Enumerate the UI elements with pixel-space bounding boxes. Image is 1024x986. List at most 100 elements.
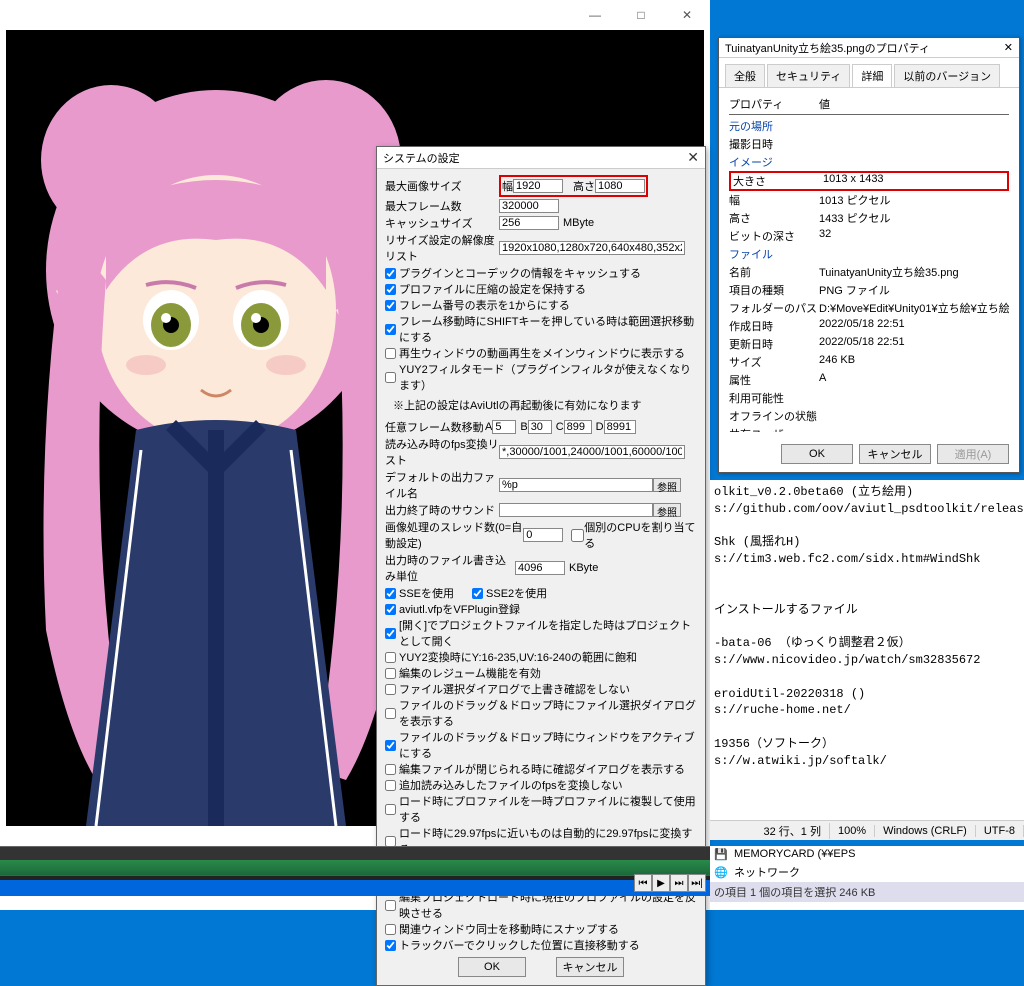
settings-close-button[interactable]: ✕ <box>687 149 699 166</box>
check2-10[interactable] <box>385 836 396 847</box>
check2-7[interactable] <box>385 764 396 775</box>
tc-play-button[interactable]: ▶ <box>652 874 670 892</box>
check2-label-13: 関連ウィンドウ同士を移動時にスナップする <box>399 921 619 937</box>
threads-label: 画像処理のスレッド数(0=自動設定) <box>385 519 523 551</box>
status-eol: Windows (CRLF) <box>875 825 976 837</box>
tc-prev-button[interactable]: ⏮ <box>634 874 652 892</box>
sse-check[interactable] <box>385 588 396 599</box>
default-out-input[interactable] <box>499 478 653 492</box>
props-cancel-button[interactable]: キャンセル <box>859 444 931 464</box>
check2-label-4: ファイル選択ダイアログで上書き確認をしない <box>399 681 630 697</box>
check1-1[interactable] <box>385 284 396 295</box>
check1-2[interactable] <box>385 300 396 311</box>
check2-4[interactable] <box>385 684 396 695</box>
cache-input[interactable] <box>499 216 559 230</box>
tc-end-button[interactable]: ⏭| <box>688 874 706 892</box>
check2-14[interactable] <box>385 940 396 951</box>
cpu-per-check[interactable] <box>571 529 584 542</box>
sse2-label: SSE2を使用 <box>486 585 547 601</box>
explorer-item-network[interactable]: 🌐 ネットワーク <box>710 862 1024 882</box>
check2-1[interactable] <box>385 628 396 639</box>
max-image-label: 最大画像サイズ <box>385 178 499 194</box>
check2-2[interactable] <box>385 652 396 663</box>
check2-6[interactable] <box>385 740 396 751</box>
settings-cancel-button[interactable]: キャンセル <box>556 957 624 977</box>
check2-label-2: YUY2変換時にY:16-235,UV:16-240の範囲に飽和 <box>399 649 637 665</box>
check2-0[interactable] <box>385 604 396 615</box>
explorer-item-memorycard[interactable]: 💾 MEMORYCARD (¥¥EPS <box>710 846 1024 862</box>
check1-label-0: プラグインとコーデックの情報をキャッシュする <box>399 265 641 281</box>
write-unit-unit: KByte <box>569 562 598 574</box>
check2-8[interactable] <box>385 780 396 791</box>
check1-0[interactable] <box>385 268 396 279</box>
frame-move-label: 任意フレーム数移動 <box>385 419 485 435</box>
max-frames-input[interactable] <box>499 199 559 213</box>
check2-label-9: ロード時にプロファイルを一時プロファイルに複製して使用する <box>399 793 697 825</box>
ref-button-1[interactable]: 参照 <box>653 478 681 492</box>
width-input[interactable] <box>513 179 563 193</box>
props-title-text: TuinatyanUnity立ち絵35.pngのプロパティ <box>725 40 930 56</box>
ref-button-2[interactable]: 参照 <box>653 503 681 517</box>
sound-input[interactable] <box>499 503 653 517</box>
props-header-value: 値 <box>819 96 1009 112</box>
check2-label-3: 編集のレジューム機能を有効 <box>399 665 541 681</box>
check1-label-3: フレーム移動時にSHIFTキーを押している時は範囲選択移動にする <box>399 313 697 345</box>
settings-ok-button[interactable]: OK <box>458 957 526 977</box>
explorer-statusbar: の項目 1 個の項目を選択 246 KB <box>710 882 1024 902</box>
maximize-button[interactable]: □ <box>618 0 664 30</box>
props-tab-2[interactable]: 詳細 <box>852 64 892 87</box>
tc-next-button[interactable]: ⏭ <box>670 874 688 892</box>
check2-label-1: [開く]でプロジェクトファイルを指定した時はプロジェクトとして開く <box>399 617 697 649</box>
close-button[interactable]: ✕ <box>664 0 710 30</box>
props-tab-0[interactable]: 全般 <box>725 64 765 87</box>
resize-input[interactable] <box>499 241 685 255</box>
status-encoding: UTF-8 <box>976 825 1024 837</box>
check2-13[interactable] <box>385 924 396 935</box>
network-icon: 🌐 <box>714 866 730 878</box>
height-input[interactable] <box>595 179 645 193</box>
props-ok-button[interactable]: OK <box>781 444 853 464</box>
text-editor-content[interactable]: olkit_v0.2.0beta60 (立ち絵用) s://github.com… <box>710 480 1024 820</box>
frame-d-input[interactable] <box>604 420 636 434</box>
check2-5[interactable] <box>385 708 396 719</box>
write-unit-input[interactable] <box>515 561 565 575</box>
minimize-button[interactable]: — <box>572 0 618 30</box>
check1-3[interactable] <box>385 324 396 335</box>
check2-label-6: ファイルのドラッグ＆ドロップ時にウィンドウをアクティブにする <box>399 729 697 761</box>
threads-input[interactable] <box>523 528 563 542</box>
check2-label-7: 編集ファイルが閉じられる時に確認ダイアログを表示する <box>399 761 685 777</box>
group-origin: 元の場所 <box>729 118 819 134</box>
check1-label-4: 再生ウィンドウの動画再生をメインウィンドウに表示する <box>399 345 685 361</box>
aviutl-titlebar: — □ ✕ <box>0 0 710 30</box>
text-editor-statusbar: 32 行、1 列 100% Windows (CRLF) UTF-8 <box>710 820 1024 840</box>
row-size-label: 大きさ <box>733 173 823 189</box>
check1-label-5: YUY2フィルタモード（プラグインフィルタが使えなくなります） <box>399 361 697 393</box>
frame-a-input[interactable] <box>492 420 516 434</box>
check2-9[interactable] <box>385 804 396 815</box>
width-label: 幅 <box>502 178 513 194</box>
frame-c-input[interactable] <box>564 420 592 434</box>
settings-note: ※上記の設定はAviUtlの再起動後に有効になります <box>393 397 697 413</box>
props-apply-button[interactable]: 適用(A) <box>937 444 1009 464</box>
props-tab-1[interactable]: セキュリティ <box>767 64 850 87</box>
check2-3[interactable] <box>385 668 396 679</box>
props-tab-3[interactable]: 以前のバージョン <box>894 64 1000 87</box>
check2-label-8: 追加読み込みしたファイルのfpsを変換しない <box>399 777 623 793</box>
row-size-value: 1013 x 1433 <box>823 173 1005 189</box>
drive-icon: 💾 <box>714 848 730 860</box>
fps-list-input[interactable] <box>499 445 685 459</box>
props-close-button[interactable]: ✕ <box>1004 41 1013 54</box>
max-frames-label: 最大フレーム数 <box>385 198 499 214</box>
sse2-check[interactable] <box>472 588 483 599</box>
check1-label-1: プロファイルに圧縮の設定を保持する <box>399 281 586 297</box>
check1-4[interactable] <box>385 348 396 359</box>
frame-b-input[interactable] <box>528 420 552 434</box>
check2-label-0: aviutl.vfpをVFPlugin登録 <box>399 601 520 617</box>
check1-5[interactable] <box>385 372 396 383</box>
write-unit-label: 出力時のファイル書き込み単位 <box>385 552 515 584</box>
settings-titlebar: システムの設定 ✕ <box>377 147 705 169</box>
cache-unit: MByte <box>563 217 594 229</box>
check2-label-5: ファイルのドラッグ＆ドロップ時にファイル選択ダイアログを表示する <box>399 697 697 729</box>
properties-dialog: TuinatyanUnity立ち絵35.pngのプロパティ ✕ 全般セキュリティ… <box>718 37 1020 473</box>
settings-title-text: システムの設定 <box>383 150 460 166</box>
